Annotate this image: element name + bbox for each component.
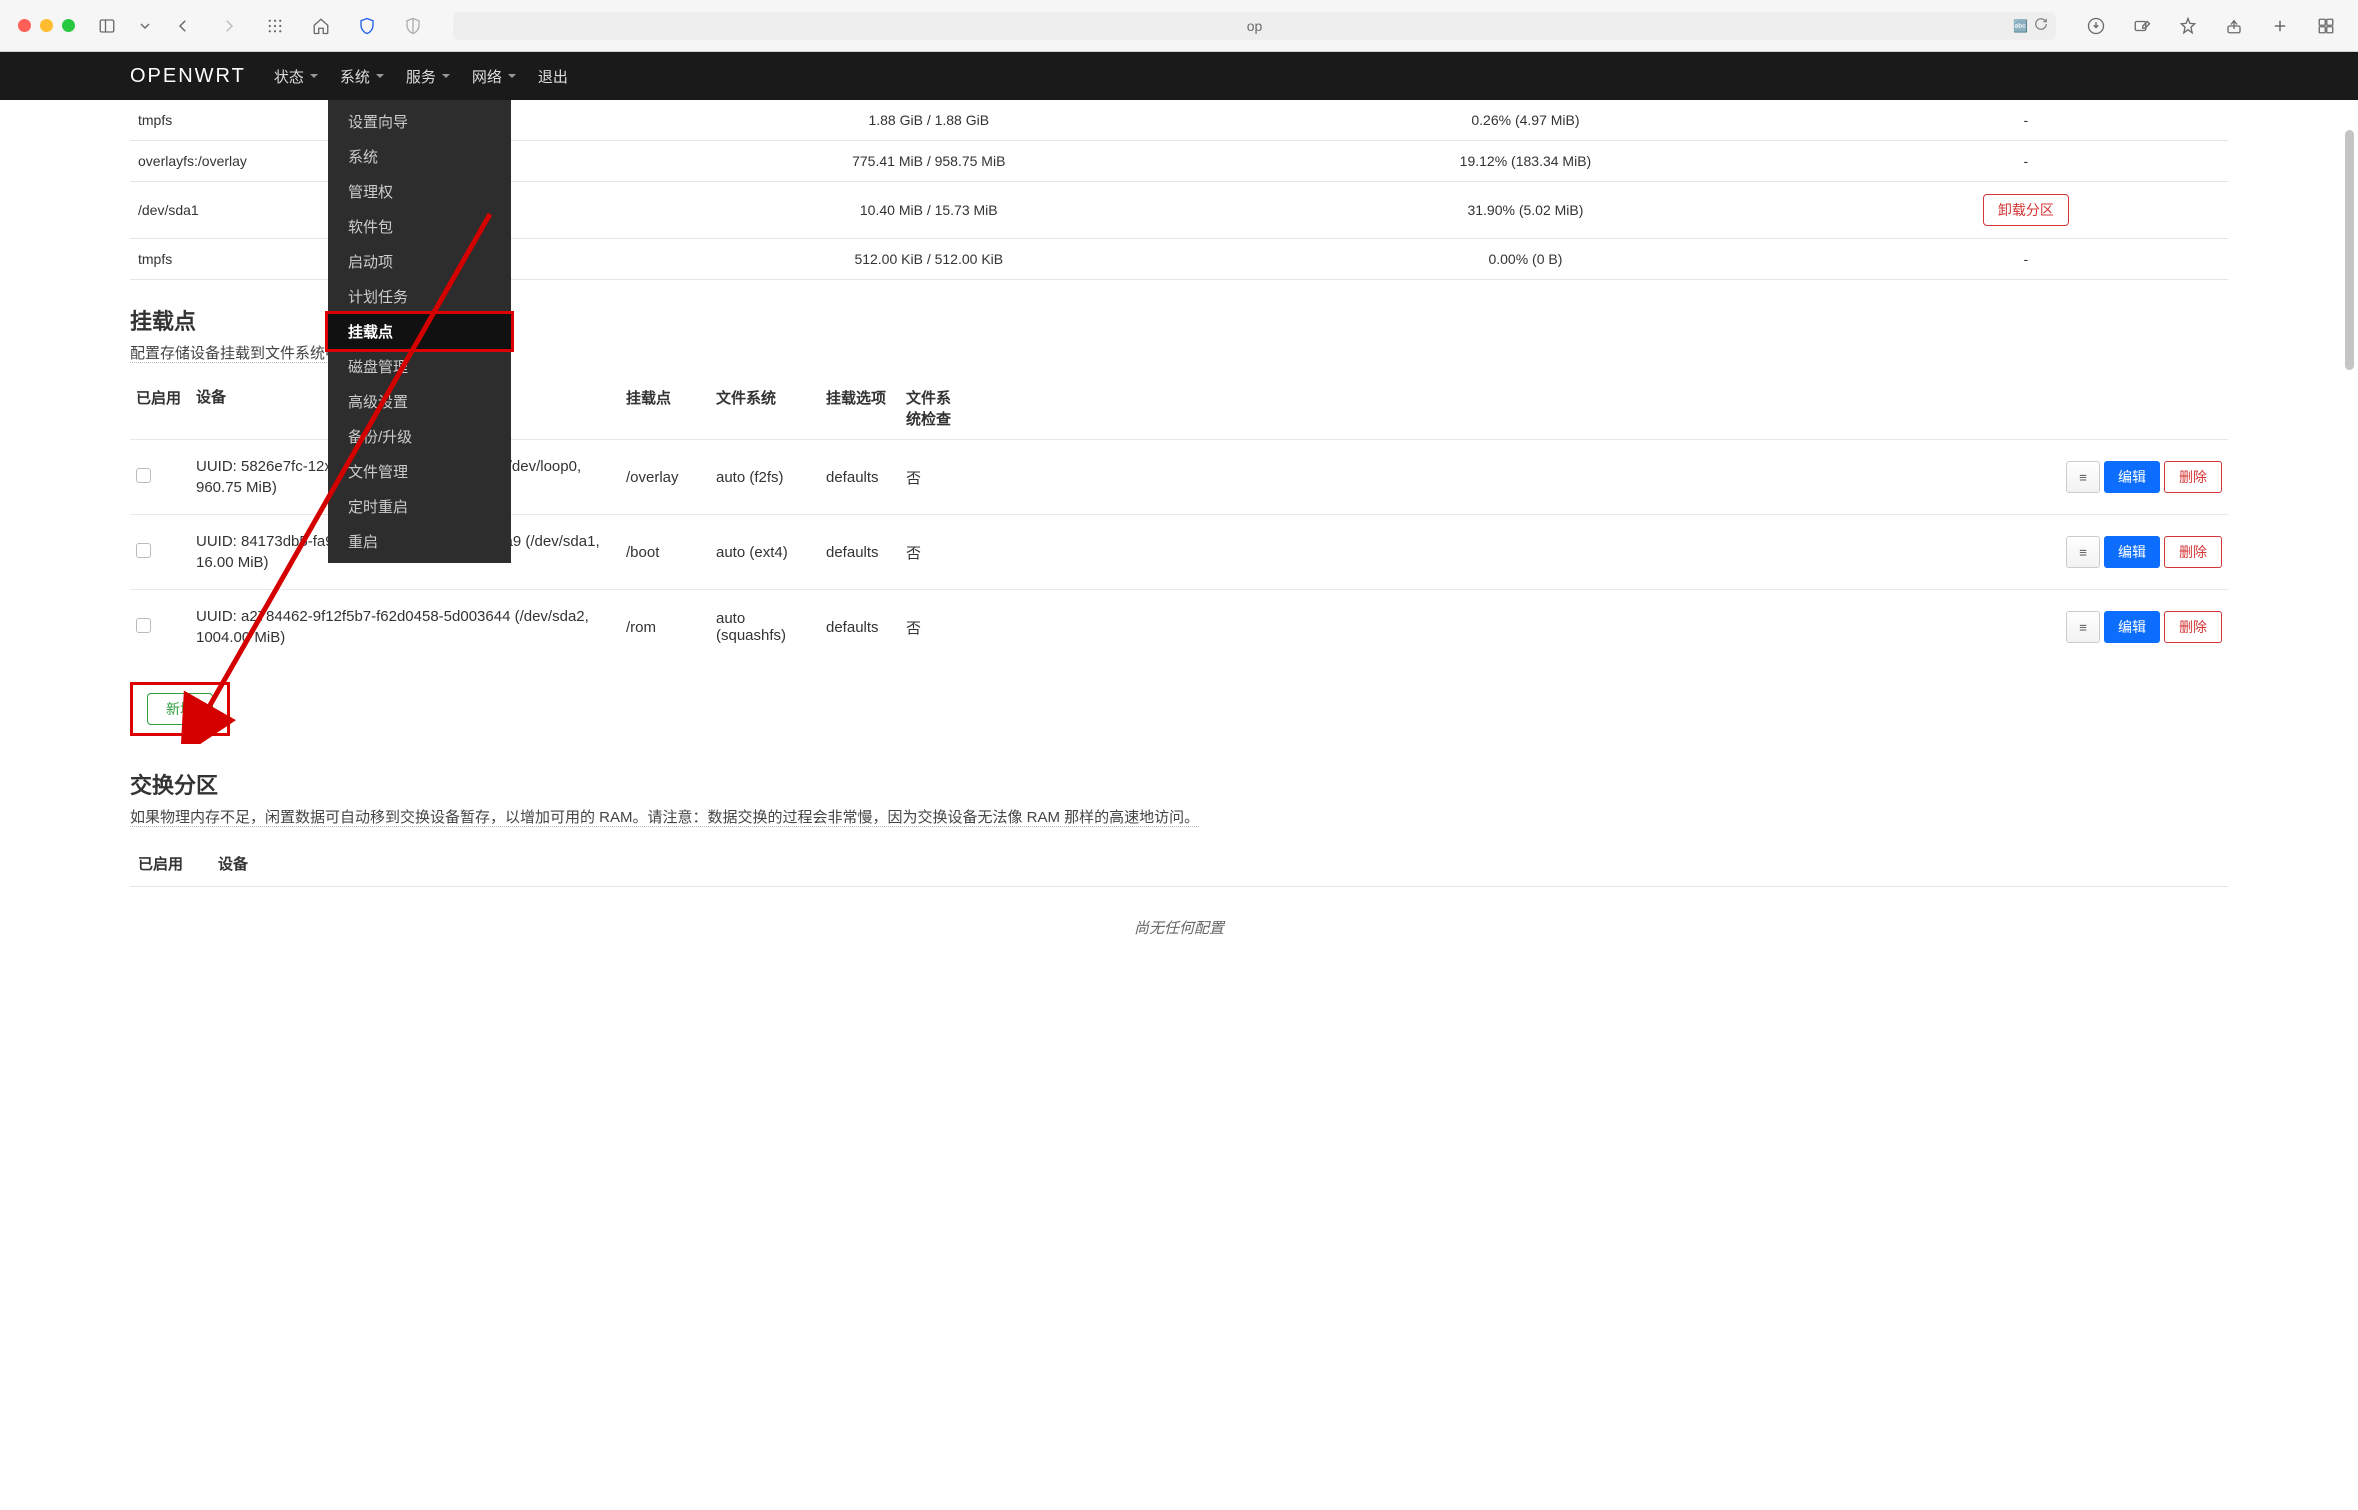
unmount-button[interactable]: 卸载分区 <box>1983 194 2069 226</box>
fs-pct: 0.26% (4.97 MiB) <box>1227 100 1824 141</box>
delete-button[interactable]: 删除 <box>2164 611 2222 643</box>
address-bar-text: op <box>1247 18 1263 34</box>
back-icon[interactable] <box>169 12 197 40</box>
enable-checkbox[interactable] <box>136 468 151 483</box>
share-icon[interactable] <box>2220 12 2248 40</box>
forward-icon[interactable] <box>215 12 243 40</box>
reload-icon[interactable] <box>2034 17 2048 34</box>
mount-row: UUID: a2784462-9f12f5b7-f62d0458-5d00364… <box>130 590 2228 665</box>
dropdown-item-fileman[interactable]: 文件管理 <box>328 454 511 489</box>
mountpoint-cell: /boot <box>620 515 710 590</box>
sidebar-toggle-icon[interactable] <box>93 12 121 40</box>
address-bar[interactable]: op 🔤 <box>453 12 2056 40</box>
scrollbar-thumb[interactable] <box>2345 130 2354 370</box>
col-enabled: 已启用 <box>130 377 190 440</box>
fs-action: - <box>1824 141 2228 182</box>
nav-system[interactable]: 系统 <box>340 66 384 87</box>
dropdown-item-diskman[interactable]: 磁盘管理 <box>328 349 511 384</box>
annotate-icon[interactable] <box>2128 12 2156 40</box>
nav-logout[interactable]: 退出 <box>538 66 568 87</box>
dropdown-item-reboot[interactable]: 重启 <box>328 524 511 559</box>
home-icon[interactable] <box>307 12 335 40</box>
fs-action: - <box>1824 100 2228 141</box>
app-header: OPENWRT 状态 系统 服务 网络 退出 <box>0 52 2358 100</box>
dropdown-item-system[interactable]: 系统 <box>328 139 511 174</box>
mountpoint-cell: /rom <box>620 590 710 665</box>
fs-action: - <box>1824 239 2228 280</box>
main-nav: 状态 系统 服务 网络 退出 <box>274 66 568 87</box>
filesystem-cell: auto (ext4) <box>710 515 820 590</box>
shield-privacy-icon[interactable] <box>353 12 381 40</box>
dropdown-item-schedreboot[interactable]: 定时重启 <box>328 489 511 524</box>
dropdown-item-startup[interactable]: 启动项 <box>328 244 511 279</box>
dropdown-item-backup[interactable]: 备份/升级 <box>328 419 511 454</box>
fs-usage: 10.40 MiB / 15.73 MiB <box>630 182 1227 239</box>
delete-button[interactable]: 删除 <box>2164 536 2222 568</box>
options-cell: defaults <box>820 590 900 665</box>
fs-usage: 512.00 KiB / 512.00 KiB <box>630 239 1227 280</box>
add-mount-button[interactable]: 新增 <box>147 693 213 725</box>
col-mountpoint: 挂载点 <box>620 377 710 440</box>
add-button-highlight: 新增 <box>130 682 230 736</box>
dropdown-item-software[interactable]: 软件包 <box>328 209 511 244</box>
dropdown-item-mountpoints[interactable]: 挂载点 <box>325 311 514 352</box>
drag-handle-button[interactable]: ≡ <box>2066 461 2100 493</box>
chevron-down-icon[interactable] <box>139 12 151 40</box>
filesystem-cell: auto (f2fs) <box>710 440 820 515</box>
fscheck-cell: 否 <box>900 590 970 665</box>
options-cell: defaults <box>820 440 900 515</box>
tabs-overview-icon[interactable] <box>2312 12 2340 40</box>
fs-usage: 775.41 MiB / 958.75 MiB <box>630 141 1227 182</box>
app-logo[interactable]: OPENWRT <box>130 65 246 88</box>
enable-checkbox[interactable] <box>136 543 151 558</box>
shield-half-icon[interactable] <box>399 12 427 40</box>
swap-col-enabled: 已启用 <box>130 841 210 887</box>
grid-apps-icon[interactable] <box>261 12 289 40</box>
maximize-window-button[interactable] <box>62 19 75 32</box>
dropdown-item-admin[interactable]: 管理权 <box>328 174 511 209</box>
drag-handle-button[interactable]: ≡ <box>2066 536 2100 568</box>
new-tab-icon[interactable] <box>2266 12 2294 40</box>
swap-heading: 交换分区 <box>130 768 2228 800</box>
close-window-button[interactable] <box>18 19 31 32</box>
mountpoint-cell: /overlay <box>620 440 710 515</box>
translate-icon[interactable]: 🔤 <box>2013 19 2028 33</box>
filesystem-cell: auto (squashfs) <box>710 590 820 665</box>
edit-button[interactable]: 编辑 <box>2104 461 2160 493</box>
downloads-icon[interactable] <box>2082 12 2110 40</box>
swap-table: 已启用 设备 <box>130 841 2228 887</box>
col-filesystem: 文件系统 <box>710 377 820 440</box>
swap-description: 如果物理内存不足，闲置数据可自动移到交换设备暂存，以增加可用的 RAM。请注意：… <box>130 809 1199 827</box>
fs-pct: 31.90% (5.02 MiB) <box>1227 182 1824 239</box>
system-dropdown-menu: 设置向导 系统 管理权 软件包 启动项 计划任务 挂载点 磁盘管理 高级设置 备… <box>328 100 511 563</box>
minimize-window-button[interactable] <box>40 19 53 32</box>
swap-col-device: 设备 <box>210 841 2228 887</box>
nav-network[interactable]: 网络 <box>472 66 516 87</box>
options-cell: defaults <box>820 515 900 590</box>
swap-empty-message: 尚无任何配置 <box>130 887 2228 968</box>
nav-status[interactable]: 状态 <box>274 66 318 87</box>
bookmark-star-icon[interactable] <box>2174 12 2202 40</box>
device-cell: UUID: a2784462-9f12f5b7-f62d0458-5d00364… <box>190 590 620 665</box>
fs-usage: 1.88 GiB / 1.88 GiB <box>630 100 1227 141</box>
enable-checkbox[interactable] <box>136 618 151 633</box>
dropdown-item-advanced[interactable]: 高级设置 <box>328 384 511 419</box>
edit-button[interactable]: 编辑 <box>2104 611 2160 643</box>
col-options: 挂载选项 <box>820 377 900 440</box>
dropdown-item-wizard[interactable]: 设置向导 <box>328 104 511 139</box>
fs-pct: 0.00% (0 B) <box>1227 239 1824 280</box>
fs-pct: 19.12% (183.34 MiB) <box>1227 141 1824 182</box>
dropdown-item-cron[interactable]: 计划任务 <box>328 279 511 314</box>
delete-button[interactable]: 删除 <box>2164 461 2222 493</box>
window-controls <box>18 19 75 32</box>
edit-button[interactable]: 编辑 <box>2104 536 2160 568</box>
drag-handle-button[interactable]: ≡ <box>2066 611 2100 643</box>
fscheck-cell: 否 <box>900 440 970 515</box>
browser-chrome: op 🔤 <box>0 0 2358 52</box>
fscheck-cell: 否 <box>900 515 970 590</box>
nav-services[interactable]: 服务 <box>406 66 450 87</box>
col-fscheck: 文件系统检查 <box>900 377 970 440</box>
